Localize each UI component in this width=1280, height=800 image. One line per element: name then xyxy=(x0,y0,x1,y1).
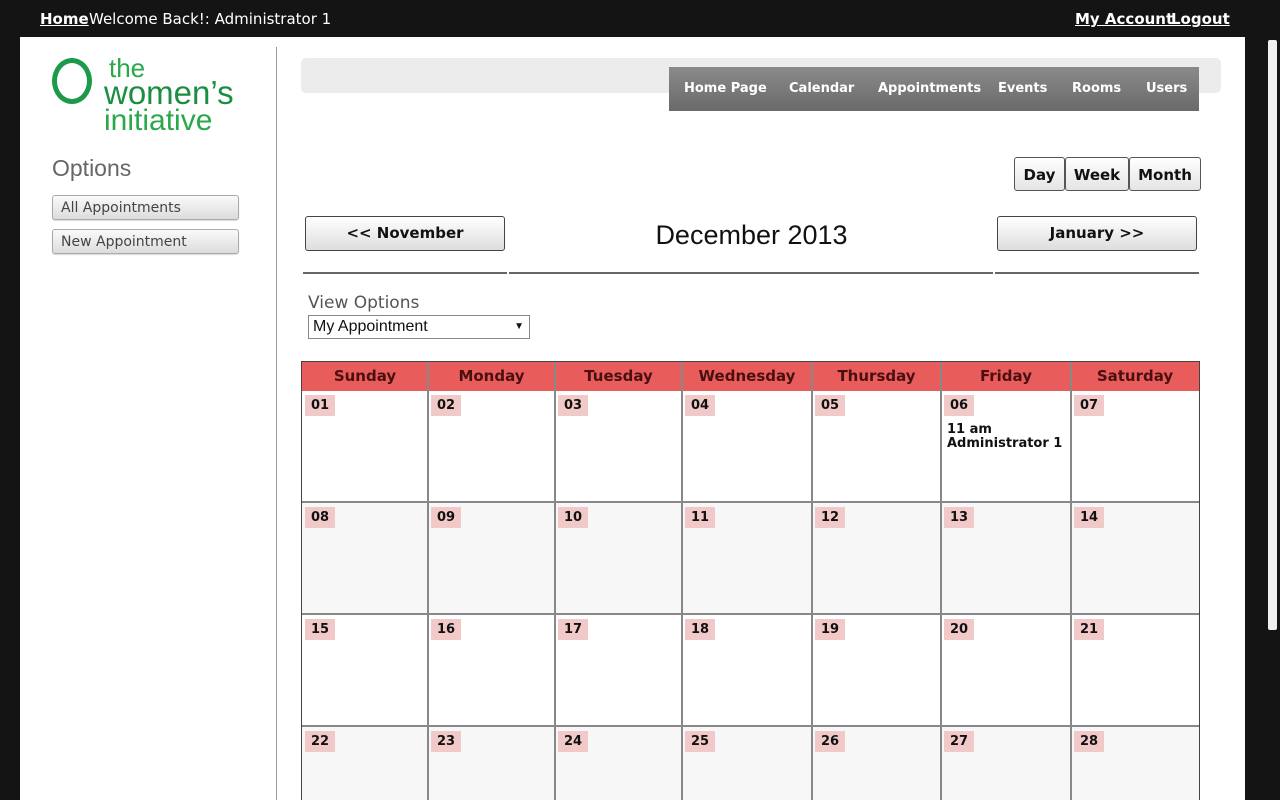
day-cell-date[interactable]: 26 xyxy=(815,731,845,752)
day-cell-date[interactable]: 28 xyxy=(1074,731,1104,752)
my-account-link[interactable]: My Account xyxy=(1075,10,1173,28)
options-heading: Options xyxy=(52,155,132,181)
view-options-select[interactable]: My Appointment ▼ xyxy=(308,315,530,339)
day-cell-date[interactable]: 20 xyxy=(944,619,974,640)
day-cell-date[interactable]: 03 xyxy=(558,395,588,416)
day-cell-date[interactable]: 11 xyxy=(685,507,715,528)
day-cell-date[interactable]: 10 xyxy=(558,507,588,528)
new-appointment-button[interactable]: New Appointment xyxy=(52,229,239,254)
dropdown-arrow-icon: ▼ xyxy=(514,321,524,332)
row-divider xyxy=(302,613,1199,615)
main-nav: Home Page Calendar Appointments Events R… xyxy=(669,67,1199,111)
header-tuesday: Tuesday xyxy=(584,367,653,385)
day-cell-date[interactable]: 15 xyxy=(305,619,335,640)
column-divider xyxy=(811,362,813,800)
divider-right xyxy=(995,272,1199,274)
day-cell-date[interactable]: 27 xyxy=(944,731,974,752)
day-cell-date[interactable]: 05 xyxy=(815,395,845,416)
view-options-value: My Appointment xyxy=(313,318,428,335)
week-view-button[interactable]: Week xyxy=(1065,157,1129,191)
header-monday: Monday xyxy=(458,367,525,385)
day-cell-date[interactable]: 09 xyxy=(431,507,461,528)
nav-rooms[interactable]: Rooms xyxy=(1072,81,1121,96)
day-cell-date[interactable]: 01 xyxy=(305,395,335,416)
nav-users[interactable]: Users xyxy=(1146,81,1187,96)
logout-link[interactable]: Logout xyxy=(1171,10,1230,28)
welcome-text: Welcome Back!: Administrator 1 xyxy=(89,10,332,28)
column-divider xyxy=(427,362,429,800)
header-saturday: Saturday xyxy=(1096,367,1174,385)
all-appointments-button[interactable]: All Appointments xyxy=(52,195,239,220)
day-cell-date[interactable]: 07 xyxy=(1074,395,1104,416)
row-divider xyxy=(302,501,1199,503)
home-link[interactable]: Home xyxy=(40,10,89,28)
day-cell-date[interactable]: 23 xyxy=(431,731,461,752)
column-divider xyxy=(940,362,942,800)
nav-home-page[interactable]: Home Page xyxy=(684,81,767,96)
day-cell-date[interactable]: 24 xyxy=(558,731,588,752)
column-divider xyxy=(554,362,556,800)
day-cell-date[interactable]: 22 xyxy=(305,731,335,752)
logo: the women’s initiative xyxy=(52,55,252,139)
day-cell-date[interactable]: 02 xyxy=(431,395,461,416)
event-time[interactable]: 11 am xyxy=(947,423,992,437)
day-cell-date[interactable]: 06 xyxy=(944,395,974,416)
day-cell-date[interactable]: 21 xyxy=(1074,619,1104,640)
prev-month-button[interactable]: << November xyxy=(305,216,505,251)
page-content: the women’s initiative Options All Appoi… xyxy=(20,37,1245,800)
logo-text-initiative: initiative xyxy=(104,104,213,137)
scrollbar-thumb[interactable] xyxy=(1268,40,1277,630)
header-friday: Friday xyxy=(979,367,1032,385)
day-cell-date[interactable]: 12 xyxy=(815,507,845,528)
day-cell-date[interactable]: 14 xyxy=(1074,507,1104,528)
day-cell-date[interactable]: 08 xyxy=(305,507,335,528)
day-cell-date[interactable]: 18 xyxy=(685,619,715,640)
header-thursday: Thursday xyxy=(837,367,916,385)
row-divider xyxy=(302,725,1199,727)
month-view-button[interactable]: Month xyxy=(1129,157,1201,191)
divider-left xyxy=(303,272,507,274)
day-cell-date[interactable]: 25 xyxy=(685,731,715,752)
top-bar: Home Welcome Back!: Administrator 1 My A… xyxy=(0,0,1280,37)
logo-ring-icon xyxy=(52,58,92,104)
column-divider xyxy=(681,362,683,800)
day-cell-date[interactable]: 19 xyxy=(815,619,845,640)
view-options-label: View Options xyxy=(308,293,420,313)
day-cell-date[interactable]: 13 xyxy=(944,507,974,528)
day-cell-date[interactable]: 16 xyxy=(431,619,461,640)
nav-events[interactable]: Events xyxy=(998,81,1047,96)
sidebar-divider xyxy=(276,47,277,800)
header-sunday: Sunday xyxy=(333,367,397,385)
day-view-button[interactable]: Day xyxy=(1014,157,1065,191)
header-wednesday: Wednesday xyxy=(698,367,796,385)
day-cell-date[interactable]: 04 xyxy=(685,395,715,416)
column-divider xyxy=(1070,362,1072,800)
calendar-header: Sunday Monday Tuesday Wednesday Thursday… xyxy=(302,362,1199,391)
day-cell-date[interactable]: 17 xyxy=(558,619,588,640)
divider-center xyxy=(509,272,993,274)
nav-appointments[interactable]: Appointments xyxy=(878,81,981,96)
nav-calendar[interactable]: Calendar xyxy=(789,81,854,96)
month-calendar: Sunday Monday Tuesday Wednesday Thursday… xyxy=(301,361,1200,800)
event-owner[interactable]: Administrator 1 xyxy=(947,437,1062,451)
month-title: December 2013 xyxy=(655,220,848,250)
next-month-button[interactable]: January >> xyxy=(997,216,1197,251)
